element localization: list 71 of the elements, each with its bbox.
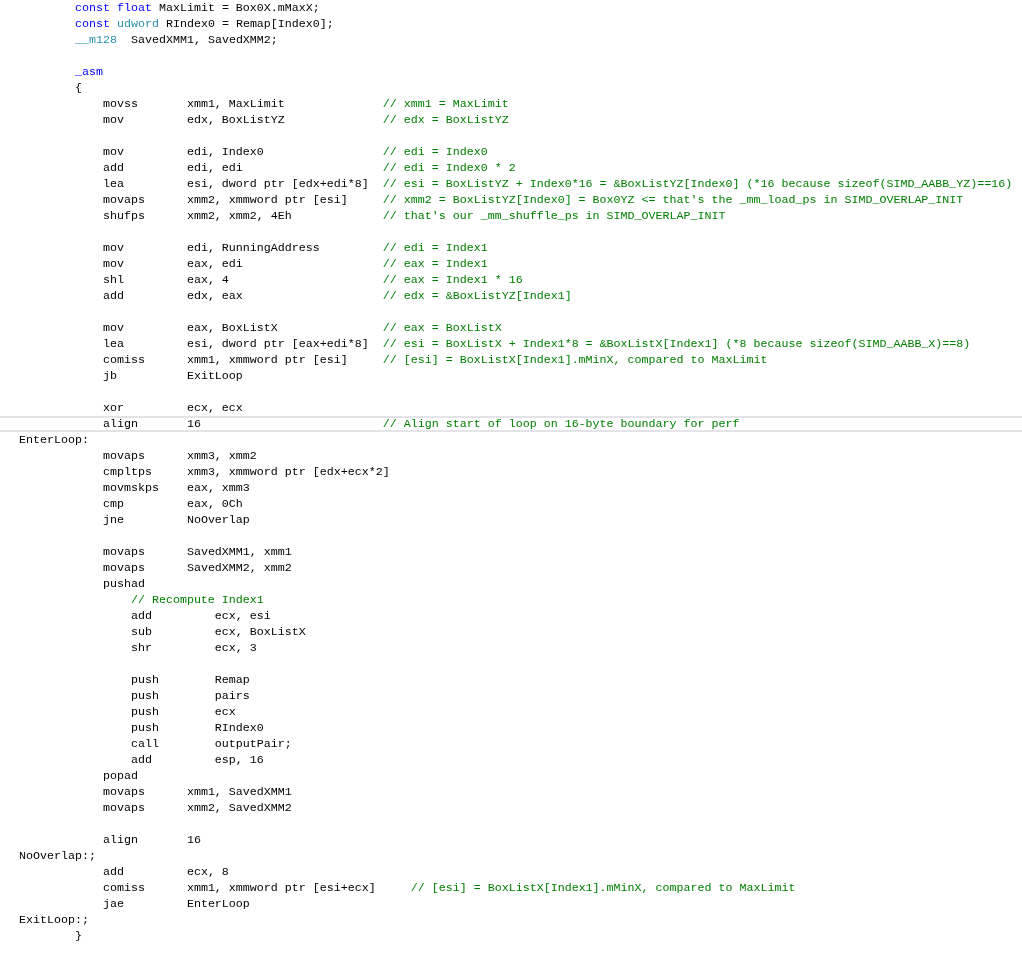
code-text: movmskps eax, xmm3 [102,481,250,495]
code-text: push Remap [130,673,250,687]
code-text: movss xmm1, MaxLimit [102,97,285,111]
type-name: udword [116,17,159,31]
code-text: jb ExitLoop [102,369,243,383]
code-text: ExitLoop:; [19,913,89,927]
keyword-text: const float [74,1,152,15]
code-text: comiss xmm1, xmmword ptr [esi] [102,353,348,367]
code-text: mov eax, BoxListX [102,321,278,335]
code-text: pushad [102,577,145,591]
code-comment: // Recompute Index1 [130,593,264,607]
code-text: lea esi, dword ptr [eax+edi*8] [102,337,369,351]
code-comment: // eax = Index1 [382,257,488,271]
code-comment: // eax = BoxListX [382,321,502,335]
code-comment: // esi = BoxListYZ + Index0*16 = &BoxListYZ[Index0] (*16 because sizeof(SIMD_AABB_YZ)==16) [382,177,1013,191]
code-text: add ecx, esi [130,609,271,623]
code-text: movaps xmm2, SavedXMM2 [102,801,292,815]
code-comment: // eax = Index1 * 16 [382,273,523,287]
code-text: shufps xmm2, xmm2, 4Eh [102,209,292,223]
code-text: NoOverlap:; [19,849,96,863]
code-text: call outputPair; [130,737,292,751]
code-text: mov eax, edi [102,257,243,271]
code-text: add edx, eax [102,289,243,303]
code-text: shr ecx, 3 [130,641,257,655]
code-text: add esp, 16 [130,753,264,767]
code-text: popad [102,769,138,783]
code-comment: // [esi] = BoxListX[Index1].mMinX, compared to MaxLimit [382,353,768,367]
code-text: RIndex0 = Remap[Index0]; [165,17,334,31]
code-text: add ecx, 8 [102,865,229,879]
code-text: push ecx [130,705,236,719]
code-text: jne NoOverlap [102,513,250,527]
code-text: push RIndex0 [130,721,264,735]
keyword-text: const [74,17,110,31]
code-text: align 16 [102,833,201,847]
code-text: comiss xmm1, xmmword ptr [esi+ecx] [102,881,376,895]
code-comment: // edx = &BoxListYZ[Index1] [382,289,572,303]
type-name: __m128 [74,33,117,47]
code-comment: // [esi] = BoxListX[Index1].mMinX, compared to MaxLimit [410,881,796,895]
code-text: mov edi, RunningAddress [102,241,320,255]
code-comment: // xmm2 = BoxListYZ[Index0] = Box0YZ <= that's the _mm_load_ps in SIMD_OVERLAP_INIT [382,193,964,207]
code-text: align 16 [102,417,201,431]
code-text: cmp eax, 0Ch [102,497,243,511]
code-text: movaps xmm1, SavedXMM1 [102,785,292,799]
code-text: sub ecx, BoxListX [130,625,306,639]
code-text: add edi, edi [102,161,243,175]
code-comment: // esi = BoxListX + Index1*8 = &BoxListX[Index1] (*8 because sizeof(SIMD_AABB_X)==8) [382,337,971,351]
code-text: SavedXMM1, SavedXMM2; [130,33,278,47]
code-text: shl eax, 4 [102,273,229,287]
code-text: { [74,81,82,95]
code-text: MaxLimit = Box0X.mMaxX; [158,1,320,15]
code-text: xor ecx, ecx [102,401,243,415]
code-comment: // edi = Index0 * 2 [382,161,516,175]
code-text: movaps SavedXMM2, xmm2 [102,561,292,575]
code-text: mov edx, BoxListYZ [102,113,285,127]
code-text: mov edi, Index0 [102,145,264,159]
code-text: movaps xmm2, xmmword ptr [esi] [102,193,348,207]
code-text: } [74,929,82,943]
keyword-text: _asm [74,65,103,79]
code-comment: // Align start of loop on 16-byte boundary for perf [382,417,740,431]
code-text: lea esi, dword ptr [edx+edi*8] [102,177,369,191]
code-comment: // edi = Index0 [382,145,488,159]
code-text: movaps SavedXMM1, xmm1 [102,545,292,559]
code-comment: // xmm1 = MaxLimit [382,97,509,111]
code-comment: // edi = Index1 [382,241,488,255]
code-comment: // that's our _mm_shuffle_ps in SIMD_OVERLAP_INIT [382,209,726,223]
code-text: movaps xmm3, xmm2 [102,449,257,463]
code-text: jae EnterLoop [102,897,250,911]
code-text: push pairs [130,689,250,703]
code-text: cmpltps xmm3, xmmword ptr [edx+ecx*2] [102,465,390,479]
code-text: EnterLoop: [19,433,89,447]
code-comment: // edx = BoxListYZ [382,113,509,127]
